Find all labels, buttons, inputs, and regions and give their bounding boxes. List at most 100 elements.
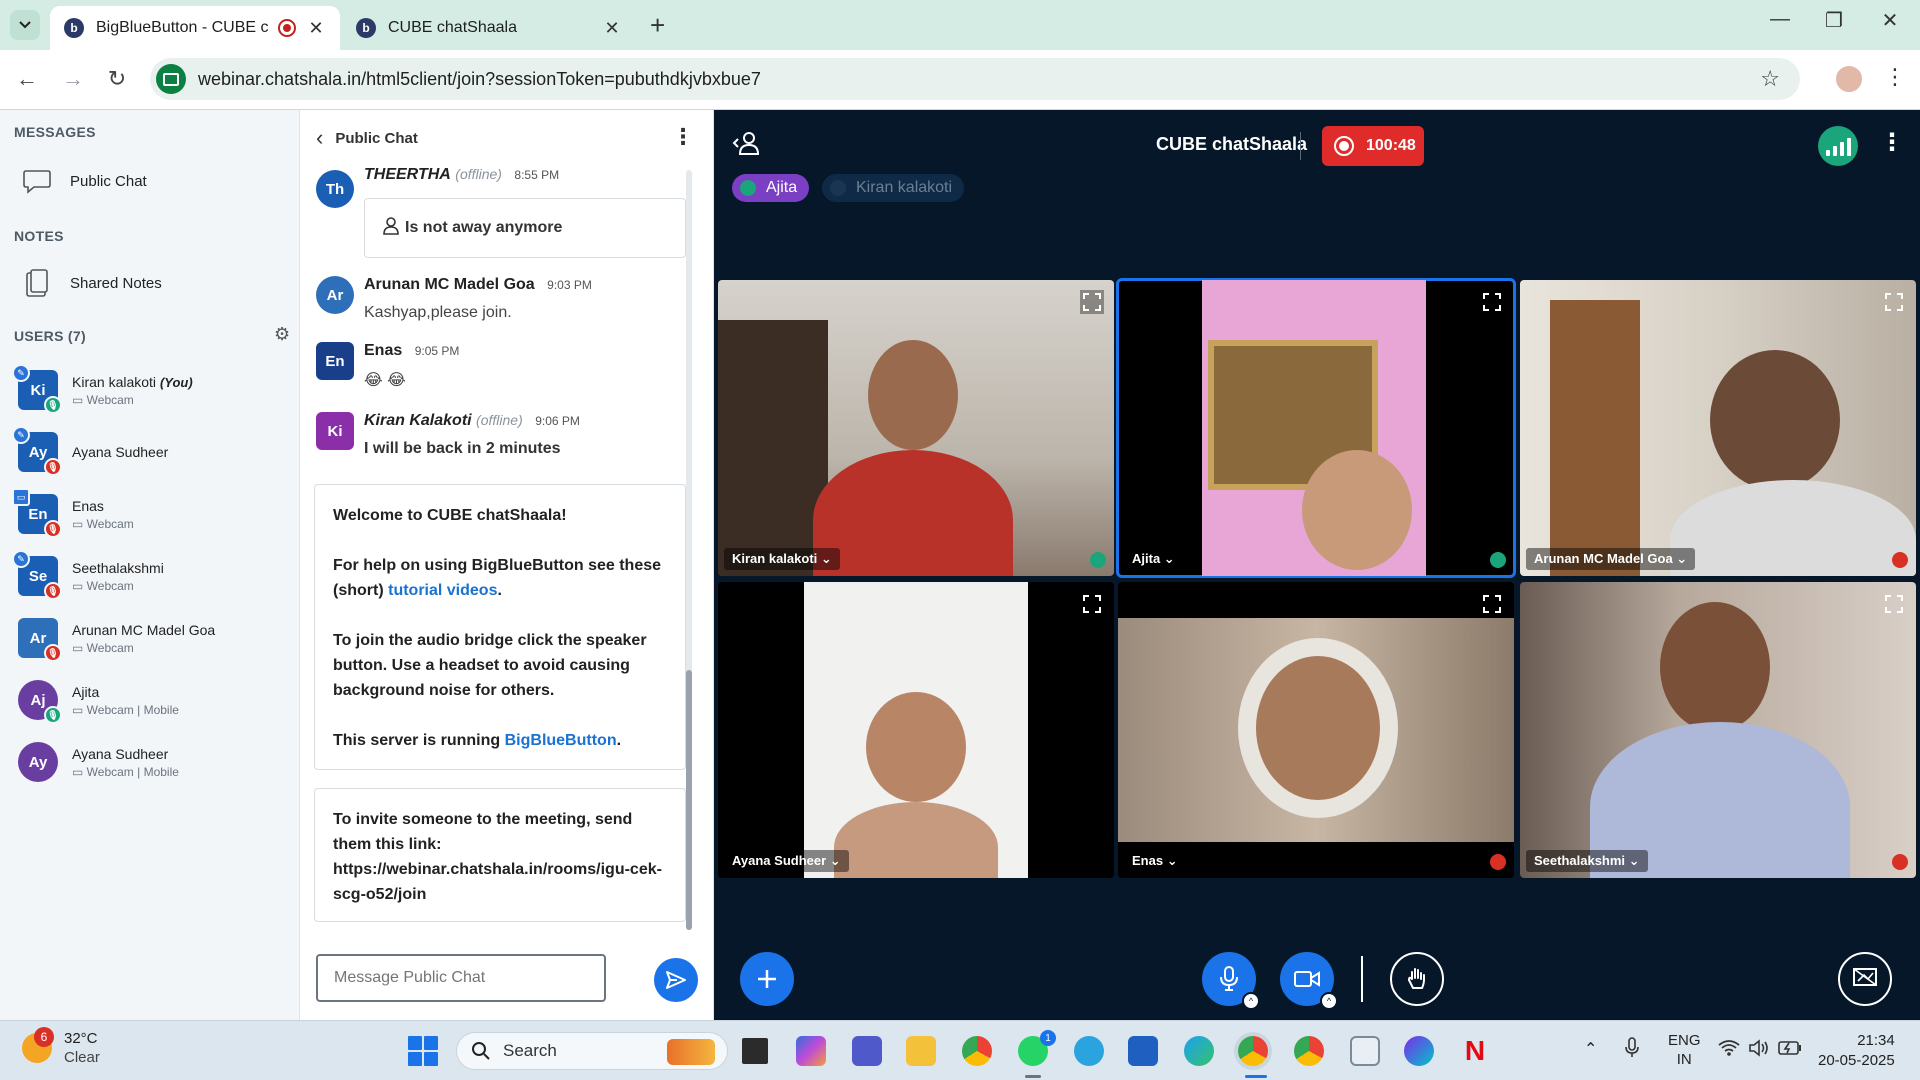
stop-webcam-button[interactable]: ^: [1280, 952, 1338, 1010]
address-bar[interactable]: webinar.chatshala.in/html5client/join?se…: [150, 58, 1800, 100]
video-options-chevron-icon[interactable]: ^: [1320, 992, 1338, 1010]
close-tab-icon[interactable]: ✕: [602, 18, 622, 39]
presentation-toggle-button[interactable]: [1838, 952, 1892, 1006]
edge-icon[interactable]: [1184, 1036, 1214, 1066]
show-hidden-icons-chevron-icon[interactable]: ⌃: [1584, 1039, 1597, 1059]
messages-section-title: MESSAGES: [14, 124, 96, 140]
tile-user-name[interactable]: Ajita ⌄: [1124, 548, 1183, 570]
new-tab-button[interactable]: +: [650, 10, 665, 41]
meeting-options-kebab-icon[interactable]: ⋮: [1880, 128, 1904, 157]
talking-indicator-kiran[interactable]: Kiran kalakoti: [822, 174, 965, 202]
connection-status-button[interactable]: [1818, 126, 1858, 166]
copilot-icon[interactable]: [796, 1036, 826, 1066]
raise-hand-button[interactable]: [1390, 952, 1444, 1006]
chrome-profile-icon[interactable]: [1238, 1036, 1268, 1066]
video-tile[interactable]: Kiran kalakoti ⌄: [718, 280, 1114, 576]
whatsapp-icon[interactable]: 1: [1018, 1030, 1056, 1066]
recording-button[interactable]: 100:48: [1322, 126, 1424, 166]
actions-plus-button[interactable]: [740, 952, 794, 1006]
video-tile[interactable]: Ajita ⌄: [1116, 278, 1516, 578]
tile-user-name[interactable]: Kiran kalakoti ⌄: [724, 548, 840, 570]
audio-options-chevron-icon[interactable]: ^: [1242, 992, 1260, 1010]
windows-start-button[interactable]: [408, 1036, 438, 1066]
fullscreen-expand-icon[interactable]: [1480, 290, 1504, 314]
user-list-item[interactable]: ▭ En 🎙 Enas ▭ Webcam: [12, 486, 288, 542]
video-tile[interactable]: Ayana Sudheer ⌄: [718, 582, 1114, 878]
system-clock[interactable]: 21:34 20-05-2025: [1818, 1031, 1895, 1071]
forward-button[interactable]: →: [58, 66, 88, 92]
video-tile[interactable]: Enas ⌄: [1118, 582, 1514, 878]
user-list-item[interactable]: ✎ Ki 🎙 Kiran kalakoti (You) ▭ Webcam: [12, 362, 288, 418]
close-window-button[interactable]: ✕: [1870, 8, 1910, 33]
sidebar-item-public-chat[interactable]: Public Chat: [20, 164, 147, 198]
browser-tab-cube-chatshaala[interactable]: b CUBE chatShaala ✕: [342, 6, 636, 50]
task-view-icon[interactable]: [742, 1038, 768, 1064]
fullscreen-expand-icon[interactable]: [1882, 592, 1906, 616]
signal-bar: [1846, 138, 1851, 156]
back-button[interactable]: ←: [12, 66, 42, 92]
hide-chat-chevron-left-icon[interactable]: ‹: [316, 125, 323, 151]
bookmark-star-icon[interactable]: ☆: [1760, 66, 1780, 92]
browser-tab-bigbluebutton[interactable]: b BigBlueButton - CUBE chatS ✕: [50, 6, 340, 50]
weather-widget[interactable]: 6 32°C Clear: [22, 1027, 100, 1067]
sidebar-item-shared-notes[interactable]: Shared Notes: [20, 266, 162, 300]
toggle-user-list-button[interactable]: [732, 130, 762, 161]
user-settings-gear-icon[interactable]: ⚙: [274, 324, 290, 345]
welcome-meeting-name: CUBE chatShaala: [426, 507, 562, 524]
browser-menu-icon[interactable]: ⋮: [1884, 64, 1906, 90]
tile-user-name[interactable]: Ayana Sudheer ⌄: [724, 850, 849, 872]
chat-title[interactable]: Public Chat: [335, 130, 418, 147]
fullscreen-expand-icon[interactable]: [1882, 290, 1906, 314]
microsoft-store-icon[interactable]: [1128, 1036, 1158, 1066]
battery-charging-icon[interactable]: [1778, 1041, 1802, 1059]
file-explorer-icon[interactable]: [906, 1036, 936, 1066]
message-text: 😂 😂: [364, 372, 406, 389]
fullscreen-expand-icon[interactable]: [1480, 592, 1504, 616]
netflix-icon[interactable]: N: [1460, 1036, 1490, 1066]
reload-button[interactable]: ↻: [102, 66, 132, 92]
tray-microphone-icon[interactable]: [1624, 1037, 1640, 1063]
url-text[interactable]: webinar.chatshala.in/html5client/join?se…: [198, 69, 761, 90]
mute-microphone-button[interactable]: ^: [1202, 952, 1260, 1010]
restore-window-button[interactable]: ❐: [1814, 8, 1854, 33]
whatsapp-badge: 1: [1040, 1030, 1056, 1046]
wifi-icon[interactable]: [1718, 1039, 1740, 1062]
video-tile[interactable]: Arunan MC Madel Goa ⌄: [1520, 280, 1916, 576]
tile-user-name[interactable]: Arunan MC Madel Goa ⌄: [1526, 548, 1696, 570]
chat-options-kebab-icon[interactable]: ⋮: [672, 124, 694, 150]
talking-indicator-ajita[interactable]: Ajita: [732, 174, 810, 202]
user-status-text: Webcam | Mobile: [86, 702, 179, 717]
tutorial-videos-link[interactable]: tutorial videos: [388, 582, 497, 599]
profile-avatar[interactable]: [1834, 64, 1864, 94]
tab-search-button[interactable]: [10, 10, 40, 40]
fullscreen-expand-icon[interactable]: [1080, 290, 1104, 314]
send-message-button[interactable]: [654, 958, 698, 1002]
camera-in-use-icon[interactable]: [156, 64, 186, 94]
video-tile[interactable]: Seethalakshmi ⌄: [1520, 582, 1916, 878]
snipping-tool-icon[interactable]: [1350, 1036, 1380, 1066]
chrome-second-profile-icon[interactable]: [1294, 1036, 1324, 1066]
fullscreen-expand-icon[interactable]: [1080, 592, 1104, 616]
chrome-icon[interactable]: [962, 1036, 992, 1066]
invite-link[interactable]: https://webinar.chatshala.in/rooms/igu-c…: [333, 857, 667, 907]
canva-icon[interactable]: [1404, 1036, 1434, 1066]
bigbluebutton-link[interactable]: BigBlueButton: [505, 732, 617, 749]
minimize-window-button[interactable]: —: [1760, 8, 1800, 31]
chat-scrollbar-thumb[interactable]: [686, 670, 692, 930]
telegram-icon[interactable]: [1074, 1036, 1104, 1066]
chat-message-input[interactable]: [316, 954, 606, 1002]
close-tab-icon[interactable]: ✕: [306, 18, 326, 39]
tile-user-name[interactable]: Enas ⌄: [1124, 850, 1186, 872]
tile-user-name[interactable]: Seethalakshmi ⌄: [1526, 850, 1648, 872]
user-list-item[interactable]: ✎ Se 🎙 Seethalakshmi ▭ Webcam: [12, 548, 288, 604]
volume-icon[interactable]: [1748, 1039, 1770, 1061]
chat-scrollbar[interactable]: [686, 170, 692, 930]
user-list-item[interactable]: ✎ Ay 🎙 Ayana Sudheer: [12, 424, 288, 480]
user-list-item[interactable]: Ar 🎙 Arunan MC Madel Goa ▭ Webcam: [18, 610, 288, 666]
teams-icon[interactable]: [852, 1036, 882, 1066]
user-list-item[interactable]: Ay Ayana Sudheer ▭ Webcam | Mobile: [18, 734, 288, 790]
taskbar-search[interactable]: Search: [456, 1032, 728, 1070]
microphone-icon: [1220, 966, 1238, 991]
input-language[interactable]: ENG IN: [1668, 1031, 1701, 1069]
user-list-item[interactable]: Aj 🎙 Ajita ▭ Webcam | Mobile: [18, 672, 288, 728]
